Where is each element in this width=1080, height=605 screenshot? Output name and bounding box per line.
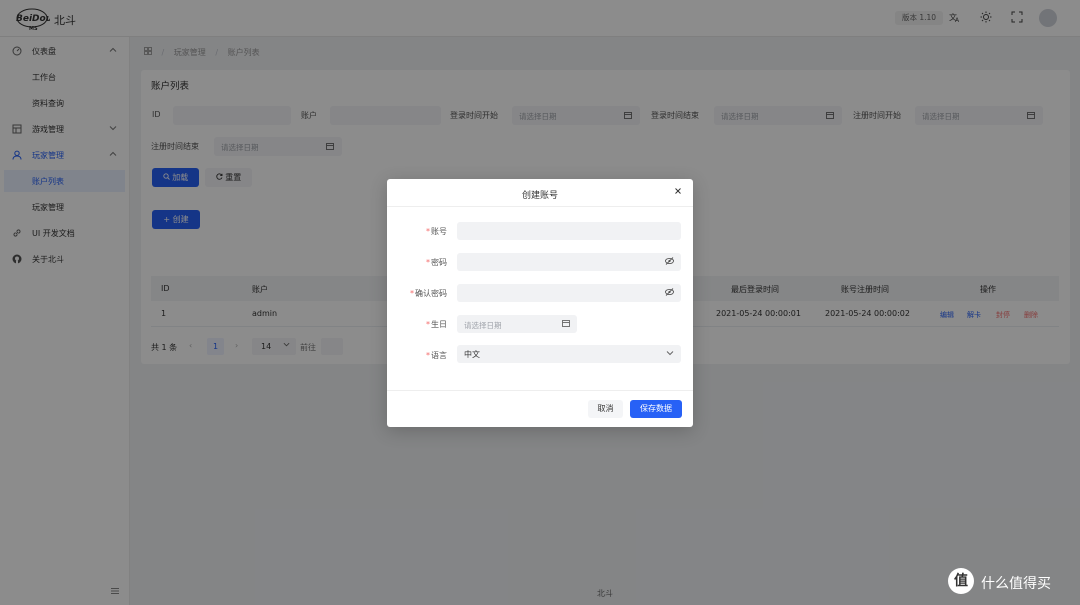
create-account-dialog: 创建账号 *账号 *密码 *确认密码 *生日 请选择日期 *语言 中文 取消 保…	[387, 179, 693, 427]
calendar-icon	[562, 319, 570, 329]
save-button[interactable]: 保存数据	[630, 400, 682, 418]
watermark-badge: 值	[948, 568, 974, 594]
confirm-password-field-label: *确认密码	[410, 289, 447, 298]
account-field-label: *账号	[426, 227, 447, 236]
language-value: 中文	[464, 350, 480, 359]
eye-icon[interactable]	[665, 288, 674, 298]
language-select[interactable]: 中文	[457, 345, 681, 363]
language-field-label: *语言	[426, 351, 447, 360]
date-placeholder: 请选择日期	[464, 321, 502, 330]
birthday-date-picker[interactable]: 请选择日期	[457, 315, 577, 333]
dialog-title: 创建账号	[521, 191, 558, 201]
eye-icon[interactable]	[665, 257, 674, 267]
cancel-button[interactable]: 取消	[588, 400, 623, 418]
password-input[interactable]	[457, 253, 681, 271]
password-field-label: *密码	[426, 258, 447, 267]
chevron-down-icon	[666, 349, 674, 359]
dialog-footer: 取消 保存数据	[387, 390, 693, 427]
watermark-text: 什么值得买	[981, 576, 1051, 592]
account-input[interactable]	[457, 222, 681, 240]
close-icon[interactable]	[673, 187, 683, 197]
dialog-header: 创建账号	[387, 179, 693, 207]
birthday-field-label: *生日	[426, 320, 447, 329]
confirm-password-input[interactable]	[457, 284, 681, 302]
